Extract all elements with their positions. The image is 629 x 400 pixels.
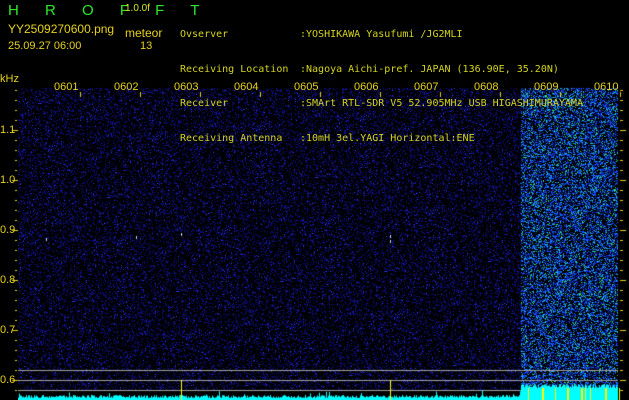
y-tick-label: 0.6 xyxy=(0,374,16,386)
time-label: 0601 xyxy=(54,81,79,93)
y-tick-label: 1.1 xyxy=(0,124,16,136)
info-value: :SMArt RTL-SDR V5 52.905MHz USB HIGASHIM… xyxy=(300,98,583,109)
time-label: 0603 xyxy=(174,81,199,93)
y-unit: kHz xyxy=(0,73,19,85)
meteor-label: meteor xyxy=(125,26,163,40)
info-value: :Nagoya Aichi-pref. JAPAN (136.90E, 35.2… xyxy=(300,63,559,75)
info-value: :YOSHIKAWA Yasufumi /JG2MLI xyxy=(300,29,463,40)
time-label: 0608 xyxy=(474,81,499,93)
time-label: 0610 xyxy=(594,81,619,93)
y-tick-label: 0.7 xyxy=(0,324,16,336)
time-label: 0605 xyxy=(294,81,319,93)
file-name: YY2509270600.png xyxy=(8,22,115,36)
time-label: 0606 xyxy=(354,81,379,93)
info-value: :10mH 3el.YAGI Horizontal:ENE xyxy=(300,132,475,144)
y-tick-label: 1.0 xyxy=(0,174,16,186)
datetime: 25.09.27 06:00 xyxy=(8,40,82,52)
info-label: Receiving Antenna xyxy=(180,132,283,144)
y-tick-label: 0.9 xyxy=(0,224,16,236)
time-label: 0607 xyxy=(414,81,439,93)
time-label: 0604 xyxy=(234,81,259,93)
time-label: 0602 xyxy=(114,81,139,93)
info-label: Ovserver xyxy=(180,29,229,40)
app-version: 1.0.0f xyxy=(125,3,151,14)
info-label: Receiver xyxy=(180,98,229,109)
time-label: 0609 xyxy=(534,81,559,93)
info-label: Receiving Location xyxy=(180,63,289,75)
y-tick-label: 0.8 xyxy=(0,274,16,286)
meteor-count: 13 xyxy=(140,40,153,52)
